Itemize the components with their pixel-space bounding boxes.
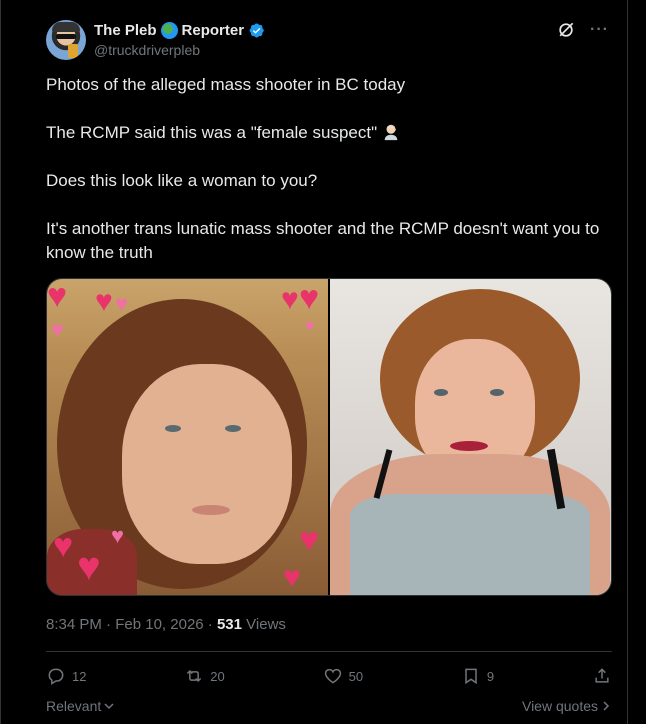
tweet-text: Photos of the alleged mass shooter in BC… [46,73,616,265]
reply-button[interactable]: 12 [46,666,86,686]
globe-emoji-icon [160,22,178,39]
reply-icon [48,668,64,685]
sort-dropdown[interactable]: Relevant [46,698,115,714]
person-facepalming-emoji-icon [384,124,398,141]
tweet-container: The Pleb Reporter @truckdriverpleb ··· P… [0,0,628,724]
author-names: The Pleb Reporter @truckdriverpleb [94,21,265,60]
chevron-right-icon [603,701,610,711]
photo-right[interactable] [330,279,611,595]
grok-icon[interactable] [556,20,576,40]
share-icon [595,668,609,683]
bookmark-count: 9 [486,668,495,684]
tweet-line-1: Photos of the alleged mass shooter in BC… [46,75,406,94]
repost-icon [187,669,202,683]
media-grid: ♥ ♥ ♥ ♥ ♥ ♥ ♥ ♥ ♥ ♥ ♥ ♥ [46,278,612,596]
heart-icon [324,668,341,684]
tweet-time[interactable]: 8:34 PM [46,616,102,633]
display-name[interactable]: The Pleb Reporter [94,21,265,40]
reply-count: 12 [72,668,87,684]
tweet-line-3: Does this look like a woman to you? [46,171,318,190]
divider-top [46,651,612,652]
tweet-line-2-text: The RCMP said this was a "female suspect… [46,123,378,142]
views-label: Views [246,616,286,633]
tweet-header: The Pleb Reporter @truckdriverpleb ··· [46,18,609,62]
views-count: 531 [216,616,242,633]
share-button[interactable] [592,666,612,686]
avatar-glasses [56,34,76,39]
photo-left[interactable]: ♥ ♥ ♥ ♥ ♥ ♥ ♥ ♥ ♥ ♥ ♥ ♥ [47,279,328,595]
avatar[interactable] [46,20,86,60]
header-actions: ··· [556,20,609,40]
tweet-footer: Relevant View quotes [46,698,612,714]
sort-label: Relevant [46,698,102,714]
verified-badge-icon [249,23,264,38]
repost-count: 20 [210,668,225,684]
tweet-meta: 8:34 PM · Feb 10, 2026 · 531 Views [46,615,286,635]
meta-separator: · [106,616,112,633]
action-bar: 12 20 50 9 [46,662,612,690]
more-icon[interactable]: ··· [590,21,609,39]
chevron-down-icon [104,703,114,710]
view-quotes-label: View quotes [521,698,598,714]
avatar-can [68,44,78,58]
tweet-date[interactable]: Feb 10, 2026 [115,616,203,633]
display-name-text[interactable]: The Pleb [94,21,157,40]
view-quotes-link[interactable]: View quotes [522,698,612,714]
bookmark-button[interactable]: 9 [461,666,494,686]
like-button[interactable]: 50 [323,666,363,686]
like-count: 50 [348,668,364,684]
tweet-line-2: The RCMP said this was a "female suspect… [46,121,616,145]
display-name-suffix[interactable]: Reporter [182,21,245,40]
meta-separator-2: · [207,616,213,633]
avatar-cap [52,22,80,32]
author-handle[interactable]: @truckdriverpleb [94,40,265,60]
tweet-line-4: It's another trans lunatic mass shooter … [46,219,600,262]
bookmark-icon [465,668,477,685]
repost-button[interactable]: 20 [184,666,225,686]
